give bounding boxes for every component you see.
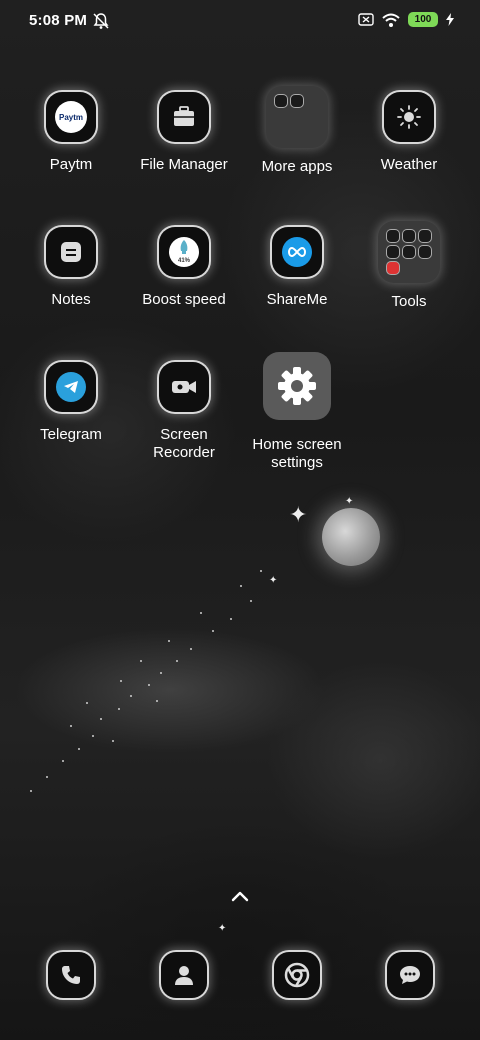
sparkle-star: ✦ (218, 923, 227, 934)
app-label: Tools (391, 293, 427, 310)
status-bar: 5:08 PM 100 (0, 0, 480, 44)
app-boost-speed[interactable]: 41% Boost speed (134, 227, 234, 309)
app-label: Home screen settings (252, 436, 342, 471)
paytm-logo-text: Paytm (58, 112, 83, 122)
moon (322, 508, 380, 566)
person-icon (175, 966, 193, 985)
sim-missing-icon (358, 13, 374, 26)
sparkle-star: ✦ (345, 496, 354, 507)
sparkle-star: ✦ (269, 575, 278, 586)
app-file-manager[interactable]: File Manager (134, 92, 234, 174)
folder-icon (378, 221, 440, 283)
app-telegram[interactable]: Telegram (21, 362, 121, 444)
dock-messages[interactable] (387, 952, 433, 998)
dock-chrome[interactable] (274, 952, 320, 998)
status-icons: 100 (358, 12, 454, 27)
infinity-icon (272, 227, 322, 277)
telegram-icon (46, 362, 96, 412)
chrome-icon (284, 962, 310, 988)
dock-phone[interactable] (48, 952, 94, 998)
video-camera-icon (159, 362, 209, 412)
app-label: Notes (51, 291, 91, 308)
battery-level: 100 (414, 14, 432, 25)
phone-icon (62, 966, 80, 984)
app-notes[interactable]: Notes (21, 227, 121, 309)
chat-bubble-icon (400, 966, 420, 984)
sparkle-star: ✦ (289, 502, 308, 527)
app-weather[interactable]: Weather (359, 92, 459, 174)
home-screen-settings[interactable]: Home screen settings (237, 352, 357, 472)
app-paytm[interactable]: Paytm Paytm (21, 92, 121, 174)
app-label: More apps (261, 158, 333, 175)
app-label: ShareMe (266, 291, 328, 308)
paytm-logo: Paytm (46, 92, 96, 142)
clock-time: 5:08 PM (29, 12, 88, 29)
folder-more-apps[interactable]: More apps (247, 86, 347, 176)
dock-contacts[interactable] (161, 952, 207, 998)
app-shareme[interactable]: ShareMe (247, 227, 347, 309)
app-screen-recorder[interactable]: Screen Recorder (134, 362, 234, 462)
briefcase-icon (159, 92, 209, 142)
app-label: Screen Recorder (153, 426, 215, 461)
folder-tools[interactable]: Tools (359, 221, 459, 311)
app-label: Telegram (40, 426, 102, 443)
weather-sun-cloud-icon (384, 92, 434, 142)
boost-percent: 41% (177, 258, 190, 264)
chevron-up-icon[interactable] (230, 886, 250, 906)
charging-bolt-icon (446, 13, 454, 26)
gear-icon (263, 352, 331, 420)
wifi-icon (382, 13, 400, 27)
folder-icon (266, 86, 328, 148)
app-label: File Manager (140, 156, 228, 173)
app-label: Paytm (49, 156, 93, 173)
notes-icon (46, 227, 96, 277)
app-label: Boost speed (142, 291, 226, 308)
app-label: Weather (380, 156, 438, 173)
battery-icon: 100 (408, 12, 438, 27)
rocket-icon: 41% (159, 227, 209, 277)
do-not-disturb-off-icon (93, 13, 109, 29)
